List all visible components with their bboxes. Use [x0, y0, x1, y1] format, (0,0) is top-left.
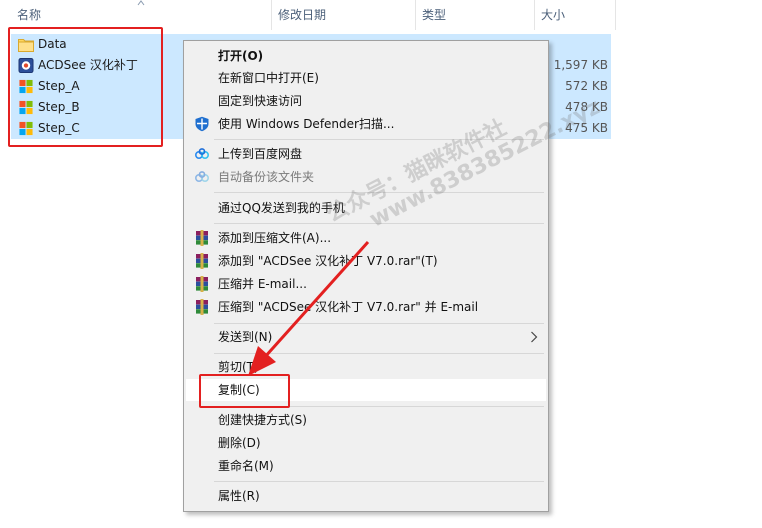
- context-menu: 打开(O) 在新窗口中打开(E) 固定到快速访问 使用 Windows Defe…: [183, 40, 549, 512]
- column-header-bar: 名称 修改日期 类型 大小: [0, 0, 762, 30]
- menu-item-upload-baidu[interactable]: 上传到百度网盘: [186, 143, 546, 165]
- menu-separator: [214, 192, 544, 193]
- column-divider[interactable]: [615, 0, 616, 30]
- menu-item-auto-backup[interactable]: 自动备份该文件夹: [186, 166, 546, 188]
- menu-item-add-to-rar[interactable]: 添加到 "ACDSee 汉化补丁 V7.0.rar"(T): [186, 250, 546, 272]
- baidu-cloud-icon: [194, 171, 210, 183]
- column-size-header[interactable]: 大小: [535, 0, 615, 30]
- file-size: 572 KB: [565, 79, 608, 93]
- menu-separator: [214, 353, 544, 354]
- winrar-icon: [196, 299, 208, 315]
- menu-separator: [214, 139, 544, 140]
- file-size: 475 KB: [565, 121, 608, 135]
- menu-item-compress-rar-email[interactable]: 压缩到 "ACDSee 汉化补丁 V7.0.rar" 并 E-mail: [186, 296, 546, 318]
- menu-separator: [214, 223, 544, 224]
- menu-separator: [214, 323, 544, 324]
- file-size: 478 KB: [565, 100, 608, 114]
- menu-item-send-to[interactable]: 发送到(N): [186, 326, 546, 348]
- chevron-right-icon: [531, 331, 538, 343]
- menu-separator: [214, 481, 544, 482]
- menu-item-pin-quick-access[interactable]: 固定到快速访问: [186, 90, 546, 112]
- defender-shield-icon: [195, 116, 209, 132]
- baidu-cloud-icon: [194, 148, 210, 160]
- annotation-box-files: [8, 27, 163, 147]
- menu-item-create-shortcut[interactable]: 创建快捷方式(S): [186, 409, 546, 431]
- menu-item-send-qq[interactable]: 通过QQ发送到我的手机: [186, 197, 546, 219]
- column-name-header[interactable]: 名称: [11, 0, 271, 30]
- menu-item-rename[interactable]: 重命名(M): [186, 455, 546, 477]
- menu-item-open[interactable]: 打开(O): [186, 45, 546, 67]
- menu-item-open-new-window[interactable]: 在新窗口中打开(E): [186, 67, 546, 89]
- column-date-header[interactable]: 修改日期: [272, 0, 415, 30]
- file-size: 1,597 KB: [553, 58, 608, 72]
- menu-item-properties[interactable]: 属性(R): [186, 485, 546, 507]
- annotation-box-copy: [199, 374, 290, 408]
- menu-item-delete[interactable]: 删除(D): [186, 432, 546, 454]
- winrar-icon: [196, 253, 208, 269]
- winrar-icon: [196, 230, 208, 246]
- winrar-icon: [196, 276, 208, 292]
- menu-item-add-archive[interactable]: 添加到压缩文件(A)...: [186, 227, 546, 249]
- column-type-header[interactable]: 类型: [416, 0, 534, 30]
- menu-item-defender-scan[interactable]: 使用 Windows Defender扫描...: [186, 113, 546, 135]
- menu-item-compress-email[interactable]: 压缩并 E-mail...: [186, 273, 546, 295]
